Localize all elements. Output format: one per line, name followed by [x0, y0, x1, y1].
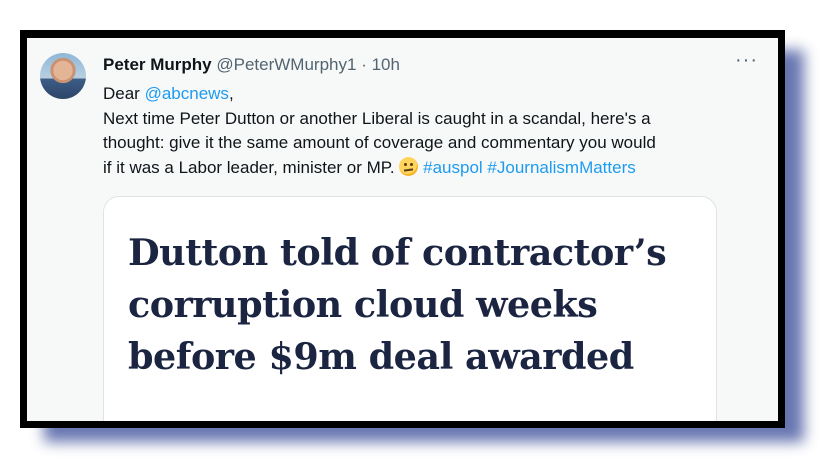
salutation-comma: , [228, 84, 234, 103]
headline-line-3: before $9m deal awarded [128, 335, 634, 378]
tweet-line-1: Dear @abcnews, [103, 82, 763, 107]
avatar[interactable] [40, 53, 86, 99]
card-headline[interactable]: Dutton told of contractor’s corruption c… [128, 227, 708, 383]
author-handle[interactable]: @PeterWMurphy1 [216, 55, 356, 74]
tweet-text: Dear @abcnews, Next time Peter Dutton or… [103, 82, 763, 180]
headline-line-1: Dutton told of contractor’s [128, 231, 667, 274]
mention-link[interactable]: @abcnews [145, 84, 229, 103]
tweet[interactable]: Peter Murphy @PeterWMurphy1 · 10h ··· De… [27, 38, 778, 421]
screenshot-stage: Peter Murphy @PeterWMurphy1 · 10h ··· De… [0, 0, 822, 471]
tweet-line-2: Next time Peter Dutton or another Libera… [103, 108, 651, 128]
tweet-line-4: if it was a Labor leader, minister or MP… [103, 156, 763, 181]
more-options-icon[interactable]: ··· [735, 50, 758, 70]
tweet-line-4-text: if it was a Labor leader, minister or MP… [103, 157, 395, 177]
link-card[interactable]: Dutton told of contractor’s corruption c… [103, 196, 717, 421]
headline-line-2: corruption cloud weeks [128, 283, 598, 326]
thinking-face-icon [399, 156, 419, 176]
salutation: Dear [103, 84, 145, 103]
tweet-header: Peter Murphy @PeterWMurphy1 · 10h [103, 55, 758, 79]
time-separator: · [361, 55, 367, 74]
tweet-line-3: thought: give it the same amount of cove… [103, 133, 656, 152]
tweet-time[interactable]: 10h [372, 55, 400, 74]
author-name[interactable]: Peter Murphy [103, 55, 212, 74]
hashtag-journalismmatters[interactable]: #JournalismMatters [487, 158, 635, 177]
black-frame: Peter Murphy @PeterWMurphy1 · 10h ··· De… [20, 30, 785, 428]
hashtag-auspol[interactable]: #auspol [423, 158, 483, 177]
